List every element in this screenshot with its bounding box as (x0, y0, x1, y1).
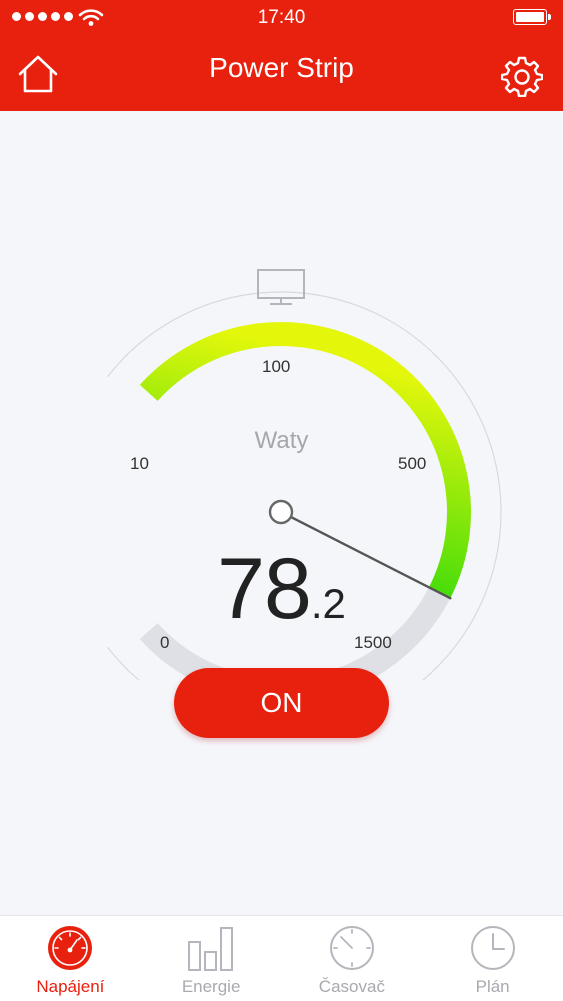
gauge-needle-hub (268, 499, 294, 525)
tab-label: Napájení (36, 977, 105, 996)
bar-chart-icon (188, 927, 234, 971)
tab-label: Energie (181, 977, 241, 996)
tab-energie[interactable]: Energie (141, 916, 282, 1001)
page-title: Power Strip (209, 52, 354, 83)
tab-bar: Napájení Energie Časovač Plán (0, 915, 563, 1001)
power-value-decimal: .2 (310, 580, 346, 627)
tick-label-10: 10 (130, 454, 149, 473)
power-value-integer: 78 (217, 541, 312, 637)
clock-icon (470, 926, 515, 970)
timer-icon (329, 926, 374, 970)
tab-casovac[interactable]: Časovač (282, 916, 423, 1001)
settings-button[interactable] (500, 55, 544, 98)
monitor-icon (257, 269, 305, 305)
unit-label: Waty (254, 427, 309, 454)
speedometer-icon (48, 926, 93, 970)
tab-napajeni[interactable]: Napájení (0, 916, 141, 1001)
gear-icon (500, 56, 544, 98)
power-readout: 78.2 (0, 540, 563, 639)
battery-icon (513, 9, 551, 25)
status-time: 17:40 (257, 7, 306, 28)
tab-label: Časovač (318, 977, 385, 996)
tick-label-500: 500 (398, 454, 427, 473)
power-toggle-button[interactable]: ON (174, 668, 389, 738)
tab-label: Plán (475, 977, 510, 996)
tab-plan[interactable]: Plán (422, 916, 563, 1001)
power-gauge: Waty 0 10 100 500 1500 78.2 (0, 250, 563, 680)
app-header: 17:40 Power Strip (0, 0, 563, 111)
tick-label-100: 100 (262, 357, 291, 376)
status-bar: 17:40 (0, 0, 563, 36)
